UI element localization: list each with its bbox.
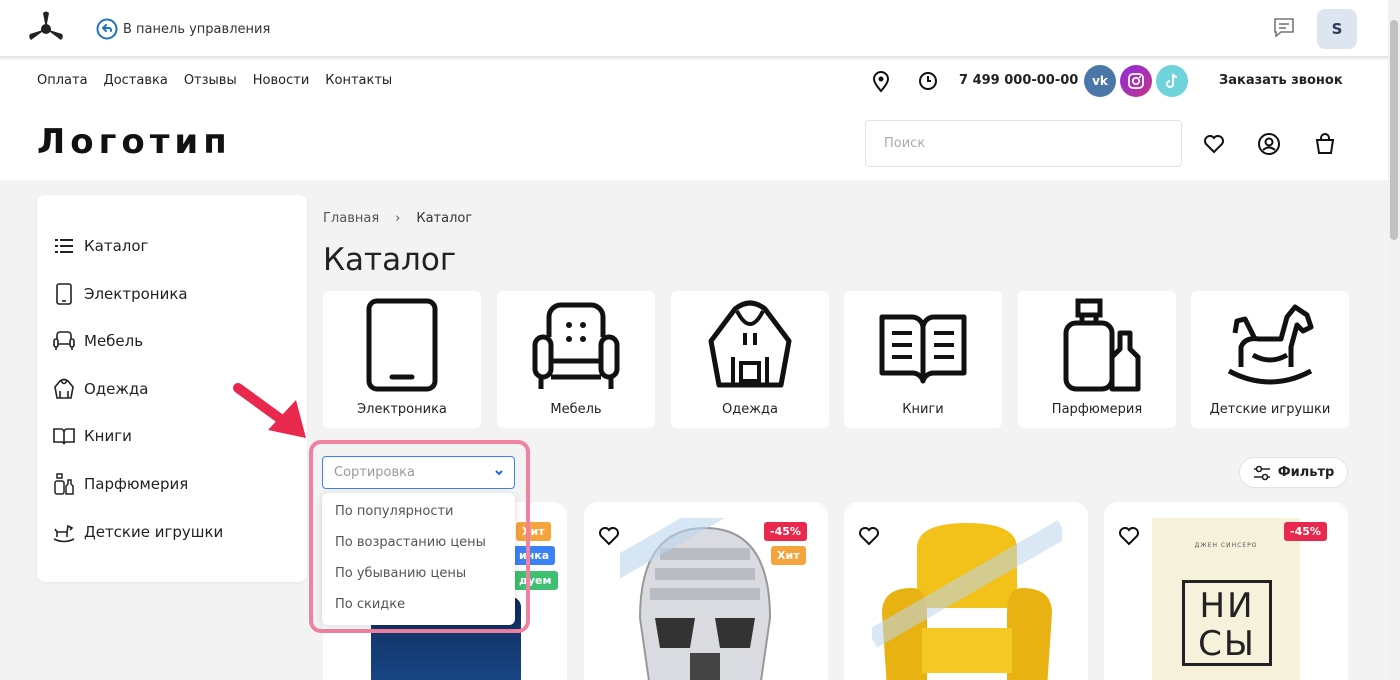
breadcrumb-home[interactable]: Главная (323, 211, 379, 226)
tablet-icon (56, 283, 72, 305)
category-card-books[interactable]: Книги (844, 291, 1002, 428)
product-card-2[interactable]: -45% Хит (584, 502, 828, 680)
heart-icon[interactable] (1202, 132, 1226, 156)
tablet-icon (366, 298, 438, 392)
category-card-toys[interactable]: Детские игрушки (1191, 291, 1349, 428)
armchair-icon (53, 331, 75, 350)
user-avatar[interactable]: S (1317, 9, 1357, 49)
product-image-helmet (620, 518, 772, 680)
sidebar-item-label: Парфюмерия (84, 475, 189, 493)
annotation-arrow-icon (233, 383, 306, 438)
filter-label: Фильтр (1277, 465, 1335, 480)
book-icon (879, 314, 967, 384)
heart-icon[interactable] (1118, 526, 1140, 546)
book-author: ДЖЕН СИНСЕРО (1194, 542, 1258, 549)
sidebar-item-label: Одежда (84, 380, 149, 398)
product-image-armchair (872, 520, 1062, 680)
admin-bar: В панель управления S (0, 0, 1388, 58)
sort-option-discount[interactable]: По скидке (335, 597, 405, 612)
heart-icon[interactable] (598, 526, 620, 546)
sort-option-popularity[interactable]: По популярности (335, 504, 454, 519)
category-label: Электроника (357, 402, 447, 417)
product-card-3[interactable] (844, 502, 1088, 680)
sort-option-price-asc[interactable]: По возрастанию цены (335, 535, 486, 550)
sort-placeholder: Сортировка (334, 465, 415, 480)
chevron-right-icon: › (395, 211, 401, 226)
product-image-book: ДЖЕН СИНСЕРО НИ СЫ (1152, 518, 1300, 680)
filter-button[interactable]: Фильтр (1239, 457, 1348, 488)
sidebar-item-catalog[interactable]: Каталог (52, 234, 148, 258)
badge-discount: -45% (1284, 522, 1327, 541)
book-title: НИ СЫ (1182, 580, 1272, 666)
sidebar-item-electronics[interactable]: Электроника (52, 282, 188, 306)
sidebar-item-label: Электроника (84, 285, 188, 303)
clock-icon[interactable] (918, 71, 938, 91)
chat-icon[interactable] (1272, 17, 1296, 39)
account-icon[interactable] (1257, 132, 1281, 156)
category-label: Детские игрушки (1209, 402, 1331, 417)
category-label: Одежда (722, 402, 778, 417)
back-arrow-icon (96, 18, 118, 40)
sidebar-item-label: Мебель (84, 332, 144, 350)
back-link-label: В панель управления (123, 21, 271, 37)
location-icon[interactable] (871, 71, 891, 93)
site-header: Оплата Доставка Отзывы Новости Контакты … (0, 60, 1388, 180)
category-label: Книги (902, 402, 944, 417)
breadcrumb: Главная › Каталог (323, 211, 472, 226)
instagram-icon[interactable] (1120, 65, 1152, 97)
nav-link-payment[interactable]: Оплата (37, 73, 88, 88)
rocking-horse-icon (1227, 304, 1314, 385)
breadcrumb-current: Каталог (416, 211, 473, 226)
nav-link-contacts[interactable]: Контакты (325, 73, 392, 88)
sort-select[interactable]: Сортировка (322, 456, 515, 489)
admin-logo-icon[interactable] (26, 10, 66, 46)
filter-sliders-icon (1253, 465, 1270, 480)
sidebar-item-clothes[interactable]: Одежда (52, 377, 148, 401)
page-scrollbar[interactable] (1388, 0, 1400, 680)
nav-link-delivery[interactable]: Доставка (104, 73, 168, 88)
list-icon (55, 239, 73, 253)
scrollbar-thumb[interactable] (1390, 20, 1398, 240)
search-input[interactable] (865, 120, 1182, 167)
hoodie-icon (54, 378, 74, 399)
sidebar-item-label: Книги (84, 427, 132, 445)
nav-link-reviews[interactable]: Отзывы (184, 73, 237, 88)
site-logo[interactable]: Логотип (37, 122, 232, 162)
tiktok-icon[interactable] (1156, 65, 1188, 97)
sort-option-price-desc[interactable]: По убыванию цены (335, 566, 466, 581)
category-label: Мебель (550, 402, 602, 417)
phone-number[interactable]: 7 499 000-00-00 (959, 73, 1078, 88)
sidebar-item-label: Каталог (84, 237, 149, 255)
sidebar-item-books[interactable]: Книги (52, 424, 132, 448)
category-card-perfume[interactable]: Парфюмерия (1018, 291, 1176, 428)
rocking-horse-icon (53, 524, 75, 543)
book-icon (53, 428, 75, 445)
category-label: Парфюмерия (1051, 402, 1143, 417)
sort-dropdown-menu: По популярности По возрастанию цены По у… (322, 493, 515, 625)
category-card-clothes[interactable]: Одежда (671, 291, 829, 428)
callback-link[interactable]: Заказать звонок (1219, 73, 1343, 88)
sidebar-item-furniture[interactable]: Мебель (52, 329, 143, 353)
hoodie-icon (708, 300, 792, 388)
perfume-icon (1063, 298, 1141, 392)
chevron-down-icon (495, 470, 503, 476)
category-card-furniture[interactable]: Мебель (497, 291, 655, 428)
page-title: Каталог (323, 242, 457, 278)
sidebar-item-toys[interactable]: Детские игрушки (52, 520, 223, 544)
nav-link-news[interactable]: Новости (253, 73, 310, 88)
sidebar-item-perfume[interactable]: Парфюмерия (52, 472, 188, 496)
vk-icon[interactable]: vk (1084, 65, 1116, 97)
back-to-admin-link[interactable]: В панель управления (96, 18, 270, 40)
shopping-bag-icon[interactable] (1313, 132, 1337, 156)
top-nav: Оплата Доставка Отзывы Новости Контакты (37, 73, 392, 88)
category-card-electronics[interactable]: Электроника (323, 291, 481, 428)
armchair-icon (532, 302, 620, 389)
perfume-icon (54, 473, 74, 495)
product-card-4[interactable]: ДЖЕН СИНСЕРО НИ СЫ -45% (1104, 502, 1348, 680)
sidebar-item-label: Детские игрушки (84, 523, 224, 541)
